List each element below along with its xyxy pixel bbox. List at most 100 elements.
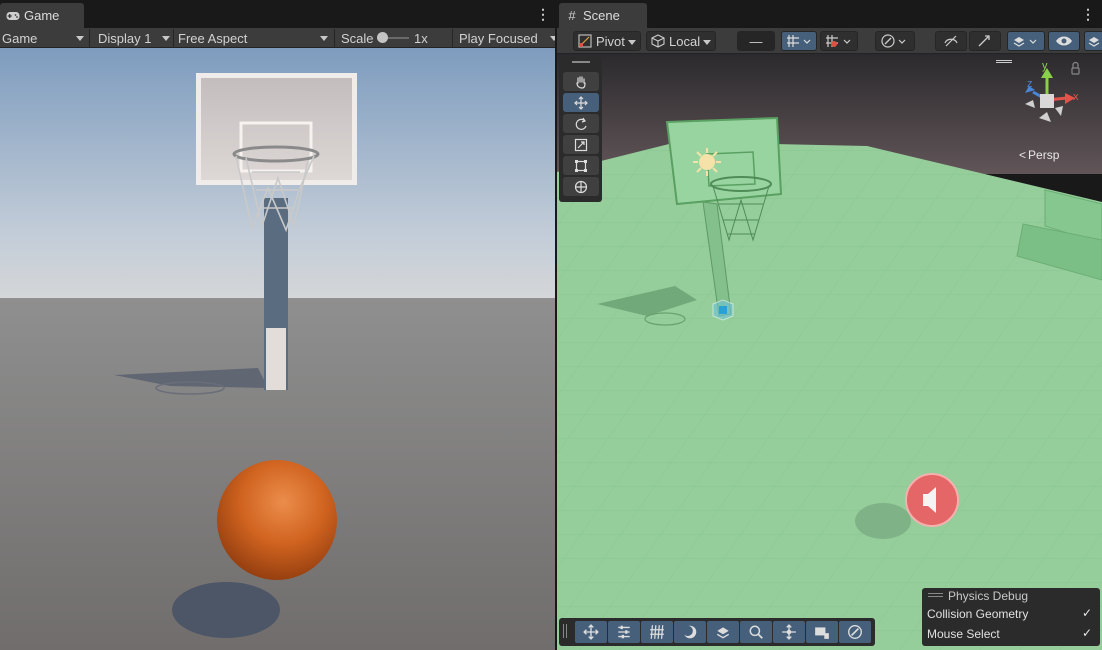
move-icon xyxy=(574,95,588,110)
ball-wire-cube-icon xyxy=(712,299,734,321)
tab-game[interactable]: Game xyxy=(0,3,84,28)
checkmark-icon[interactable]: ✓ xyxy=(1082,627,1094,639)
divider xyxy=(452,29,453,47)
overlay-drag-handle[interactable] xyxy=(563,624,567,638)
divider xyxy=(173,29,174,47)
physics-debug-title: Physics Debug xyxy=(948,589,1029,603)
space-dropdown[interactable]: Local xyxy=(646,31,716,51)
collision-geometry-label: Collision Geometry xyxy=(927,607,1029,621)
move-tool-button[interactable] xyxy=(563,93,599,112)
layers-icon xyxy=(716,627,730,639)
grid-overlay-button[interactable] xyxy=(641,621,673,643)
rect-transform-icon xyxy=(575,159,587,172)
move-icon xyxy=(583,624,599,640)
compass-icon xyxy=(848,625,862,639)
display-label: Display 1 xyxy=(98,30,152,46)
play-mode-label: Play Focused xyxy=(459,30,538,46)
game-more-menu-icon[interactable]: ⋮ xyxy=(536,7,550,21)
increment-snap-icon xyxy=(826,35,851,47)
scale-label: Scale xyxy=(341,30,374,46)
search-overlay-button[interactable] xyxy=(740,621,772,643)
draw-mode-overlay-button[interactable] xyxy=(839,621,871,643)
unity-editor: Game ⋮ Game Display 1 Free Aspect Scale … xyxy=(0,0,1102,650)
orientation-gizmo[interactable]: y x z < Persp xyxy=(989,60,1101,170)
game-view-panel: Game ⋮ Game Display 1 Free Aspect Scale … xyxy=(0,0,555,650)
lighting-overlay-button[interactable] xyxy=(674,621,706,643)
snap-increment-field[interactable]: — xyxy=(737,31,775,51)
gamepad-icon xyxy=(6,9,20,23)
camera-overlay-button[interactable] xyxy=(806,621,838,643)
compass-icon xyxy=(881,34,906,48)
scene-view-panel: # Scene ⋮ Pivot Local — y x z < Persp Ph… xyxy=(557,0,1102,650)
layers-toggle[interactable] xyxy=(1007,31,1045,51)
gizmo-x-label: x xyxy=(1073,91,1079,103)
directional-light-icon xyxy=(693,148,721,176)
scale-slider[interactable] xyxy=(377,28,409,48)
play-mode-dropdown[interactable]: Play Focused xyxy=(459,28,555,48)
display-dropdown[interactable]: Display 1 xyxy=(98,28,170,48)
tools-overlay xyxy=(559,57,602,202)
tab-scene[interactable]: # Scene xyxy=(559,3,647,28)
overlays-toggle[interactable] xyxy=(1084,31,1102,51)
basketball xyxy=(217,460,337,580)
properties-overlay-button[interactable] xyxy=(608,621,640,643)
scene-tabbar: # Scene ⋮ xyxy=(557,0,1102,28)
transform-tool-button[interactable] xyxy=(563,177,599,196)
draw-mode-dropdown[interactable] xyxy=(875,31,915,51)
tool-handle-icon xyxy=(978,35,990,47)
chevron-left-icon: < xyxy=(1019,148,1027,162)
pivot-icon xyxy=(578,34,592,48)
move-overlay-button[interactable] xyxy=(575,621,607,643)
checkmark-icon[interactable]: ✓ xyxy=(1082,607,1094,619)
grid-icon xyxy=(650,625,664,639)
collision-geometry-row[interactable]: Collision Geometry ✓ xyxy=(922,604,1100,624)
game-mode-dropdown[interactable]: Game xyxy=(2,28,86,48)
transform-icon xyxy=(574,180,588,193)
hand-tool-button[interactable] xyxy=(563,72,599,91)
projection-label: Persp xyxy=(1028,148,1060,162)
increment-snap-toggle[interactable] xyxy=(820,31,858,51)
snap-increment-value: — xyxy=(749,33,763,49)
gizmos-toggle[interactable] xyxy=(969,31,1001,51)
divider xyxy=(334,29,335,47)
game-toolbar: Game Display 1 Free Aspect Scale 1x Play… xyxy=(0,28,555,48)
game-tabbar: Game ⋮ xyxy=(0,0,555,28)
game-viewport[interactable] xyxy=(0,48,555,650)
aspect-dropdown[interactable]: Free Aspect xyxy=(178,28,330,48)
layers-overlay-button[interactable] xyxy=(707,621,739,643)
space-label: Local xyxy=(669,33,701,49)
pivot-dropdown[interactable]: Pivot xyxy=(573,31,641,51)
mouse-select-row[interactable]: Mouse Select ✓ xyxy=(922,624,1100,644)
visibility-toggle[interactable] xyxy=(935,31,967,51)
rect-tool-button[interactable] xyxy=(563,156,599,175)
grid-snap-toggle[interactable] xyxy=(781,31,817,51)
ball-shadow xyxy=(172,582,280,638)
scene-viewport[interactable]: y x z < Persp Physics Debug Collision Ge… xyxy=(557,54,1102,650)
pivot-overlay-button[interactable] xyxy=(773,621,805,643)
game-mode-label: Game xyxy=(2,30,38,46)
grid-snap-icon xyxy=(787,35,811,47)
pivot-move-icon xyxy=(782,624,796,640)
scale-tool-button[interactable] xyxy=(563,135,599,154)
chevron-down-icon xyxy=(628,40,636,45)
chevron-down-icon xyxy=(320,36,328,41)
projection-toggle[interactable]: < Persp xyxy=(1019,148,1059,162)
hash-grid-icon: # xyxy=(568,8,576,23)
camera-icon xyxy=(815,627,829,639)
overlay-drag-handle[interactable] xyxy=(928,593,943,597)
chevron-down-icon xyxy=(76,36,84,41)
rotate-tool-button[interactable] xyxy=(563,114,599,133)
scene-visibility-toggle[interactable] xyxy=(1048,31,1080,51)
speaker-shadow xyxy=(855,503,911,539)
scale-icon xyxy=(574,138,588,151)
hidden-objects-icon xyxy=(944,35,958,47)
overlay-drag-handle[interactable] xyxy=(572,61,590,63)
physics-debug-overlay: Physics Debug Collision Geometry ✓ Mouse… xyxy=(922,588,1100,646)
eye-icon xyxy=(1056,36,1072,46)
scene-grid xyxy=(557,142,1102,650)
scene-more-menu-icon[interactable]: ⋮ xyxy=(1081,7,1095,21)
rotate-icon xyxy=(575,117,587,130)
pole-base xyxy=(266,328,286,390)
chevron-down-icon xyxy=(162,36,170,41)
pivot-label: Pivot xyxy=(596,33,625,49)
